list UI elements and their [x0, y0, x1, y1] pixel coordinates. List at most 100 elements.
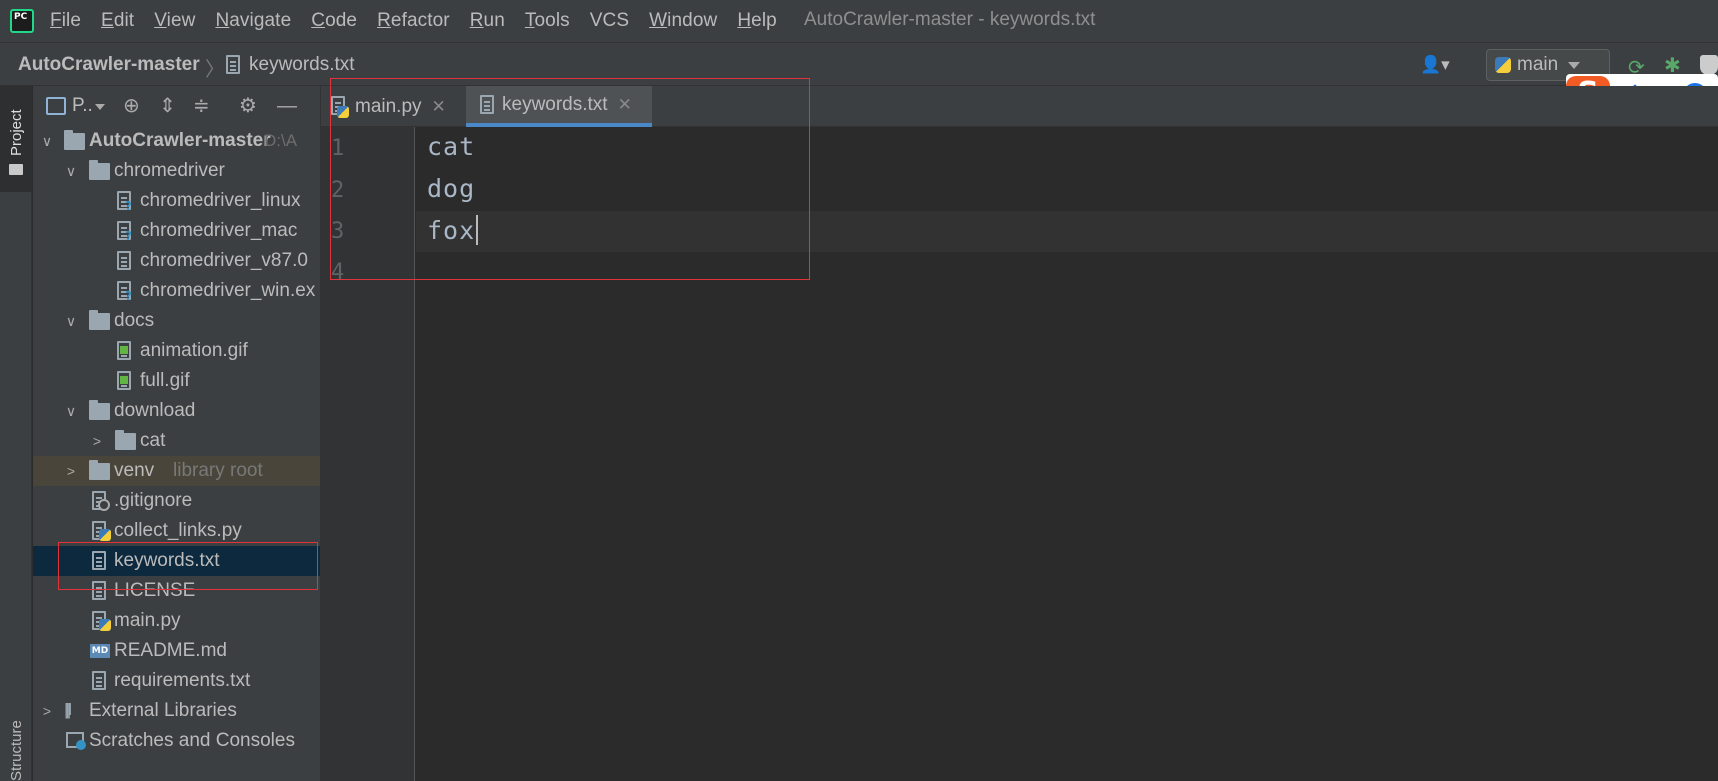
locate-target-icon[interactable]: ⊕	[123, 94, 140, 118]
ignore-file-icon	[92, 491, 110, 511]
tree-item-label: animation.gif	[140, 340, 248, 361]
menu-navigate[interactable]: Navigate	[215, 10, 291, 32]
tree-item-main-py[interactable]: main.py	[33, 606, 320, 636]
window-title: AutoCrawler-master - keywords.txt	[804, 9, 1096, 30]
tree-item-chromedriver-v87[interactable]: chromedriver_v87.0	[33, 246, 320, 276]
folder-icon	[89, 310, 110, 330]
tree-item-label: venv	[114, 460, 155, 481]
tree-item-chromedriver-win[interactable]: ? chromedriver_win.ex	[33, 276, 320, 306]
scratches-icon	[66, 732, 86, 750]
tree-item-autocrawler-master[interactable]: ∨ AutoCrawler-master D:\A	[33, 126, 320, 156]
menu-tools[interactable]: Tools	[525, 10, 570, 32]
navigation-bar: AutoCrawler-master 〉 keywords.txt 👤▾ mai…	[0, 42, 1718, 86]
menu-vcs[interactable]: VCS	[590, 10, 629, 32]
unknown-file-icon: ?	[117, 191, 132, 213]
collapse-all-icon[interactable]: ≑	[193, 94, 210, 118]
vcs-user-icon[interactable]: 👤▾	[1420, 55, 1450, 75]
tree-item-full-gif[interactable]: full.gif	[33, 366, 320, 396]
folder-icon	[64, 130, 85, 150]
tree-item-label: cat	[140, 430, 166, 451]
tree-item-chromedriver-mac[interactable]: ? chromedriver_mac	[33, 216, 320, 246]
tree-item-label: download	[114, 400, 196, 421]
pycharm-logo-icon[interactable]: PC	[10, 9, 34, 33]
image-file-icon	[117, 371, 131, 390]
tree-item-download[interactable]: ∨ download	[33, 396, 320, 426]
tree-item-label: README.md	[114, 640, 227, 661]
menu-window[interactable]: Window	[649, 10, 717, 32]
tree-item-label: docs	[114, 310, 155, 331]
tree-item-gitignore[interactable]: .gitignore	[33, 486, 320, 516]
breadcrumb-project[interactable]: AutoCrawler-master	[18, 54, 200, 76]
chevron-down-icon[interactable]: ∨	[64, 313, 78, 330]
tree-item-label: main.py	[114, 610, 181, 631]
menu-view[interactable]: View	[154, 10, 195, 32]
unknown-file-icon: ?	[117, 221, 132, 243]
tree-item-chromedriver-linux[interactable]: ? chromedriver_linux	[33, 186, 320, 216]
tree-item-label: full.gif	[140, 370, 190, 391]
text-file-icon	[226, 55, 240, 74]
chevron-right-icon[interactable]: >	[90, 433, 104, 449]
chevron-right-icon[interactable]: >	[40, 703, 54, 719]
project-tool-tab-label: Project	[8, 109, 25, 156]
project-view-icon	[46, 97, 66, 115]
expand-all-icon[interactable]: ⇕	[159, 94, 176, 118]
tree-item-label: chromedriver_win.ex	[140, 280, 316, 301]
markdown-file-icon: MD	[90, 644, 110, 658]
folder-icon	[89, 160, 110, 180]
tree-item-chromedriver[interactable]: ∨ chromedriver	[33, 156, 320, 186]
tree-item-path: D:\A	[264, 131, 298, 150]
tree-item-cat[interactable]: > cat	[33, 426, 320, 456]
tree-item-venv[interactable]: > venv library root	[33, 456, 320, 486]
menu-help[interactable]: Help	[737, 10, 776, 32]
python-file-icon	[92, 521, 111, 541]
project-panel: P.. ⊕ ⇕ ≑ ⚙ — ∨ AutoCrawler-master D:\A …	[33, 86, 321, 781]
python-file-icon	[92, 611, 111, 631]
menu-code[interactable]: Code	[311, 10, 357, 32]
tree-item-label: requirements.txt	[114, 670, 251, 691]
project-panel-toolbar: P.. ⊕ ⇕ ≑ ⚙ —	[33, 86, 320, 126]
annotation-box-editor	[330, 78, 810, 280]
project-view-select[interactable]: P..	[72, 95, 93, 117]
tree-item-external-libraries[interactable]: > |||l External Libraries	[33, 696, 320, 726]
menu-bar: PC File Edit View Navigate Code Refactor…	[0, 0, 1718, 42]
tree-item-label: AutoCrawler-master	[89, 130, 271, 151]
tree-item-requirements-txt[interactable]: requirements.txt	[33, 666, 320, 696]
text-file-icon	[117, 251, 131, 270]
tree-item-docs[interactable]: ∨ docs	[33, 306, 320, 336]
structure-tool-tab[interactable]: Structure	[8, 720, 25, 781]
chevron-down-icon[interactable]: ∨	[40, 133, 54, 150]
folder-icon	[89, 460, 110, 480]
breadcrumb-file[interactable]: keywords.txt	[249, 54, 355, 76]
library-icon: |||l	[64, 700, 72, 719]
menu-file[interactable]: File	[50, 10, 81, 32]
annotation-box-keywords-file	[58, 542, 318, 590]
tree-item-readme-md[interactable]: MD README.md	[33, 636, 320, 666]
breadcrumb-separator-icon: 〉	[205, 59, 225, 81]
run-configuration-label: main	[1517, 54, 1559, 75]
chevron-down-icon[interactable]	[94, 104, 105, 110]
chevron-right-icon[interactable]: >	[64, 463, 78, 479]
menu-refactor[interactable]: Refactor	[377, 10, 450, 32]
folder-icon	[9, 164, 23, 175]
chevron-down-icon[interactable]: ∨	[64, 163, 78, 180]
image-file-icon	[117, 341, 131, 360]
project-tool-tab[interactable]: Project	[0, 86, 32, 192]
menu-run[interactable]: Run	[470, 10, 505, 32]
unknown-file-icon: ?	[117, 281, 132, 303]
tree-item-label: External Libraries	[89, 700, 237, 721]
tree-item-label: .gitignore	[114, 490, 193, 511]
tree-item-scratches-and-consoles[interactable]: Scratches and Consoles	[33, 726, 320, 756]
hide-panel-icon[interactable]: —	[277, 94, 297, 118]
gear-icon[interactable]: ⚙	[239, 94, 257, 118]
tree-item-label: collect_links.py	[114, 520, 242, 541]
menu-edit[interactable]: Edit	[101, 10, 134, 32]
tree-item-label: chromedriver_v87.0	[140, 250, 308, 271]
chevron-down-icon[interactable]: ∨	[64, 403, 78, 420]
coverage-shield-icon[interactable]	[1700, 55, 1718, 75]
python-icon	[1495, 57, 1511, 73]
tree-item-animation-gif[interactable]: animation.gif	[33, 336, 320, 366]
text-file-icon	[92, 671, 106, 690]
chevron-down-icon	[1568, 61, 1581, 69]
tree-item-label: chromedriver_mac	[140, 220, 298, 241]
tree-item-label: Scratches and Consoles	[89, 730, 295, 751]
